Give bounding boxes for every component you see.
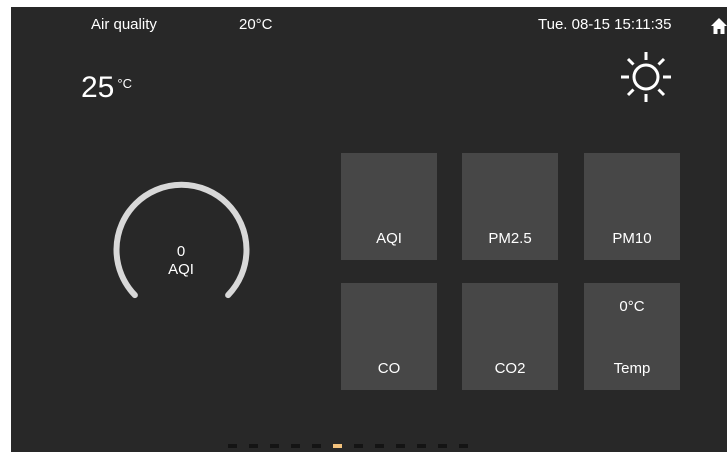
tile-label: PM2.5: [488, 230, 532, 247]
page-dot-active[interactable]: [333, 444, 342, 448]
aqi-value: 0: [176, 243, 186, 260]
page-dot[interactable]: [396, 444, 405, 448]
page-dot[interactable]: [291, 444, 300, 448]
co2-tile[interactable]: CO2: [462, 283, 558, 390]
room-temperature-value: 25: [81, 71, 115, 104]
tile-label: CO2: [494, 360, 526, 377]
pm10-tile[interactable]: PM10: [584, 153, 680, 260]
tile-label: PM10: [612, 230, 652, 247]
page-dot[interactable]: [438, 444, 447, 448]
tile-label: AQI: [376, 230, 402, 247]
page-dot[interactable]: [375, 444, 384, 448]
tile-label: CO: [377, 360, 401, 377]
aqi-label: AQI: [168, 261, 194, 278]
temperature-tile[interactable]: 0°C Temp: [584, 283, 680, 390]
page-dot[interactable]: [459, 444, 468, 448]
room-temperature-unit: °C: [117, 76, 132, 91]
page-indicator: [228, 444, 468, 448]
page-dot[interactable]: [417, 444, 426, 448]
room-temperature: 25 °C: [81, 73, 132, 103]
home-icon[interactable]: [711, 17, 727, 35]
co-tile[interactable]: CO: [341, 283, 437, 390]
tile-value: 0°C: [619, 298, 645, 315]
page-dot[interactable]: [270, 444, 279, 448]
date-time: Tue. 08-15 15:11:35: [538, 16, 672, 33]
page-dot[interactable]: [249, 444, 258, 448]
page-dot[interactable]: [228, 444, 237, 448]
aqi-gauge-arc: [113, 181, 250, 299]
aqi-tile[interactable]: AQI: [341, 153, 437, 260]
pm25-tile[interactable]: PM2.5: [462, 153, 558, 260]
app-title: Air quality: [91, 16, 157, 33]
tile-label: Temp: [613, 360, 651, 377]
aqi-gauge: [113, 181, 250, 299]
sun-icon: [621, 52, 671, 102]
page-dot[interactable]: [354, 444, 363, 448]
outdoor-temperature: 20°C: [239, 16, 273, 33]
page-dot[interactable]: [312, 444, 321, 448]
device-screen: Air quality 20°C Tue. 08-15 15:11:35 25 °…: [11, 7, 727, 452]
